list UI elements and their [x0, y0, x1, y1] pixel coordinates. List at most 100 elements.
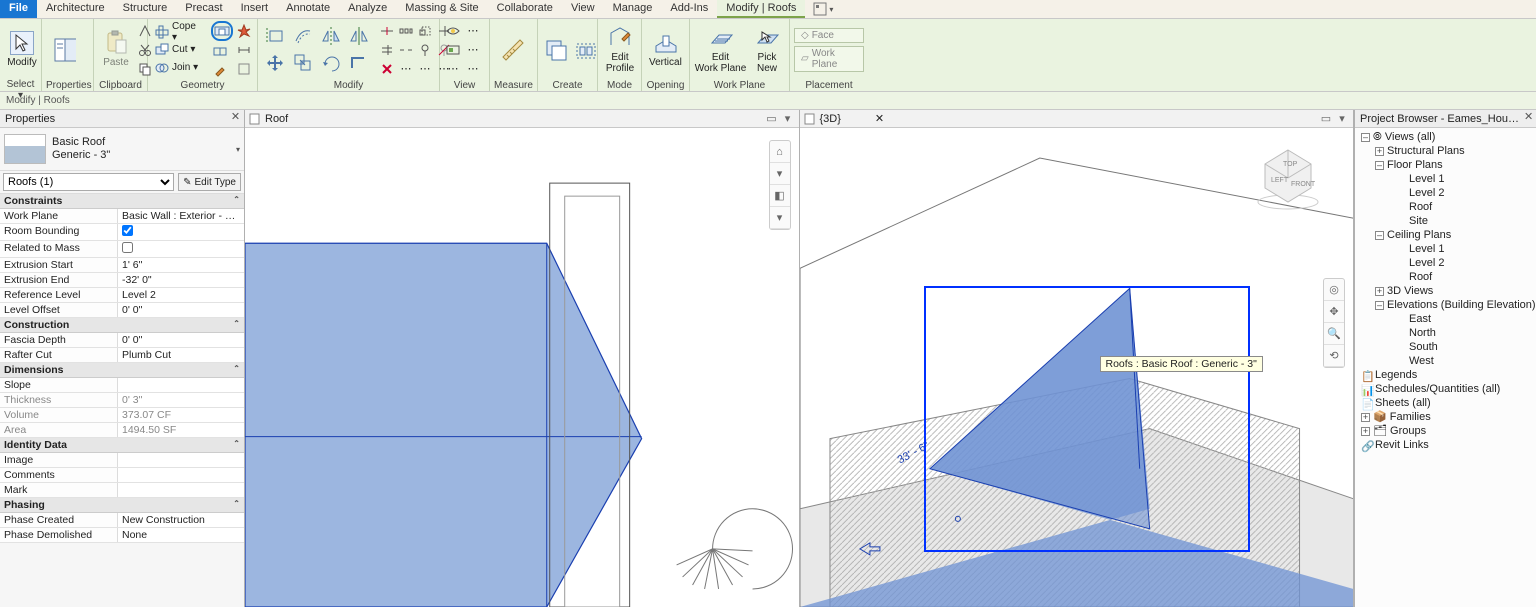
view3-icon[interactable]: ⋯ — [464, 60, 482, 78]
instance-filter-select[interactable]: Roofs (1) — [3, 173, 174, 191]
trim-icon[interactable] — [346, 50, 372, 76]
workplane-placement-button[interactable]: ▱Work Plane — [794, 46, 864, 72]
extra1-icon[interactable]: ⋯ — [397, 60, 415, 78]
measure-button[interactable] — [494, 21, 530, 79]
vertical-opening-button[interactable]: Vertical — [646, 21, 685, 79]
nav-pan-icon[interactable]: ✥ — [1324, 301, 1344, 323]
pin-icon[interactable] — [416, 41, 434, 59]
prop-rafter-value[interactable]: Plumb Cut — [118, 348, 244, 362]
type-dropdown-icon[interactable]: ▾ — [236, 145, 240, 154]
view-roof-canvas[interactable]: ⌂ ▾ ◧ ▾ — [245, 128, 799, 607]
properties-close-icon[interactable]: ✕ — [229, 112, 242, 125]
trim-multi-icon[interactable] — [378, 41, 396, 59]
tree-elev-east[interactable]: East — [1357, 312, 1536, 326]
view-dropdown-icon[interactable]: ▾ — [1335, 112, 1349, 125]
tree-floor-roof[interactable]: Roof — [1357, 200, 1536, 214]
view-minimize-icon[interactable]: ▭ — [1319, 112, 1333, 125]
tab-analyze[interactable]: Analyze — [339, 0, 396, 18]
panel-expand-icon[interactable] — [813, 2, 827, 16]
properties-button[interactable] — [46, 21, 82, 79]
prop-comments-value[interactable] — [118, 468, 244, 482]
view-3d-title[interactable]: {3D} — [820, 113, 841, 125]
tree-ceil-level1[interactable]: Level 1 — [1357, 242, 1536, 256]
nav-wheel-icon[interactable]: ◎ — [1324, 279, 1344, 301]
tree-families[interactable]: +📦 Families — [1357, 410, 1536, 424]
tree-elev-south[interactable]: South — [1357, 340, 1536, 354]
tree-groups[interactable]: +🗂 Groups — [1357, 424, 1536, 438]
tree-ceil-roof[interactable]: Roof — [1357, 270, 1536, 284]
tree-floor-level2[interactable]: Level 2 — [1357, 186, 1536, 200]
tree-revit-links[interactable]: 🔗Revit Links — [1357, 438, 1536, 452]
tree-elevations[interactable]: –Elevations (Building Elevation) — [1357, 298, 1536, 312]
tab-collaborate[interactable]: Collaborate — [488, 0, 562, 18]
prop-mark-value[interactable] — [118, 483, 244, 497]
create-similar-button[interactable] — [542, 21, 570, 79]
tree-elev-north[interactable]: North — [1357, 326, 1536, 340]
copy-icon[interactable] — [290, 50, 316, 76]
mirror-pick-icon[interactable] — [318, 23, 344, 49]
array-icon[interactable] — [397, 22, 415, 40]
prop-phase-demolished-value[interactable]: None — [118, 528, 244, 542]
prop-level-offset-value[interactable]: 0' 0" — [118, 303, 244, 317]
nav-cube-icon[interactable]: ◧ — [770, 185, 790, 207]
view-3d-canvas[interactable]: 33' - 6" LEFT FRONT TOP — [800, 128, 1354, 607]
demolish-icon[interactable] — [235, 22, 253, 40]
tab-structure[interactable]: Structure — [114, 0, 177, 18]
scale-icon[interactable] — [416, 22, 434, 40]
tree-structural-plans[interactable]: +Structural Plans — [1357, 144, 1536, 158]
nav-more-icon[interactable]: ▾ — [770, 207, 790, 229]
edit-type-button[interactable]: ✎Edit Type — [178, 173, 241, 191]
view-roof-title[interactable]: Roof — [265, 113, 288, 125]
tab-file[interactable]: File — [0, 0, 37, 18]
wall-opening-icon[interactable] — [211, 21, 233, 41]
tab-insert[interactable]: Insert — [232, 0, 278, 18]
tree-floor-site[interactable]: Site — [1357, 214, 1536, 228]
nav-expand-icon[interactable]: ▾ — [770, 163, 790, 185]
type-selector[interactable]: Basic Roof Generic - 3" ▾ — [0, 128, 244, 171]
offset-icon[interactable] — [290, 23, 316, 49]
prop-phase-created-value[interactable]: New Construction — [118, 513, 244, 527]
tab-architecture[interactable]: Architecture — [37, 0, 114, 18]
face-placement-button[interactable]: ◇Face — [794, 28, 864, 43]
modify-tool-button[interactable]: Modify — [4, 20, 40, 78]
prop-ext-start-value[interactable]: 1' 6" — [118, 258, 244, 272]
split-gap-icon[interactable] — [397, 41, 415, 59]
split-icon[interactable] — [378, 22, 396, 40]
view-dropdown-icon[interactable]: ▾ — [781, 112, 795, 125]
tree-sheets[interactable]: 📄Sheets (all) — [1357, 396, 1536, 410]
view2-icon[interactable]: ⋯ — [464, 41, 482, 59]
paint-icon[interactable] — [211, 61, 229, 79]
room-bounding-checkbox[interactable] — [122, 225, 133, 236]
tab-manage[interactable]: Manage — [604, 0, 662, 18]
view1-icon[interactable]: ⋯ — [464, 22, 482, 40]
mirror-draw-icon[interactable] — [346, 23, 372, 49]
nav-orbit-icon[interactable]: ⟲ — [1324, 345, 1344, 367]
project-browser-close-icon[interactable]: ✕ — [1523, 112, 1534, 125]
tree-ceiling-plans[interactable]: –Ceiling Plans — [1357, 228, 1536, 242]
override-icon[interactable] — [444, 41, 462, 59]
join-geom-button[interactable]: Join ▾ — [152, 59, 206, 76]
delete-icon[interactable] — [378, 60, 396, 78]
activate-dim-icon[interactable] — [235, 41, 253, 59]
edit-workplane-button[interactable]: Edit Work Plane — [694, 21, 747, 79]
align-icon[interactable] — [262, 23, 288, 49]
prop-ext-end-value[interactable]: -32' 0" — [118, 273, 244, 287]
paste-button[interactable]: Paste — [98, 21, 134, 79]
prop-fascia-value[interactable]: 0' 0" — [118, 333, 244, 347]
tree-floor-plans[interactable]: –Floor Plans — [1357, 158, 1536, 172]
tree-elev-west[interactable]: West — [1357, 354, 1536, 368]
geom-extra-icon[interactable] — [235, 60, 253, 78]
panel-dropdown-icon[interactable]: ▾ — [829, 5, 833, 14]
tab-addins[interactable]: Add-Ins — [661, 0, 717, 18]
prop-ref-level-value[interactable]: Level 2 — [118, 288, 244, 302]
tree-3d-views[interactable]: +3D Views — [1357, 284, 1536, 298]
tab-annotate[interactable]: Annotate — [277, 0, 339, 18]
tab-precast[interactable]: Precast — [176, 0, 231, 18]
extra2-icon[interactable]: ⋯ — [416, 60, 434, 78]
view-minimize-icon[interactable]: ▭ — [765, 112, 779, 125]
pick-new-workplane-button[interactable]: Pick New — [749, 21, 785, 79]
tree-legends[interactable]: 📋Legends — [1357, 368, 1536, 382]
hide-icon[interactable] — [444, 22, 462, 40]
create-group-button[interactable] — [572, 21, 600, 79]
view-3d-close-icon[interactable]: ✕ — [875, 112, 884, 125]
